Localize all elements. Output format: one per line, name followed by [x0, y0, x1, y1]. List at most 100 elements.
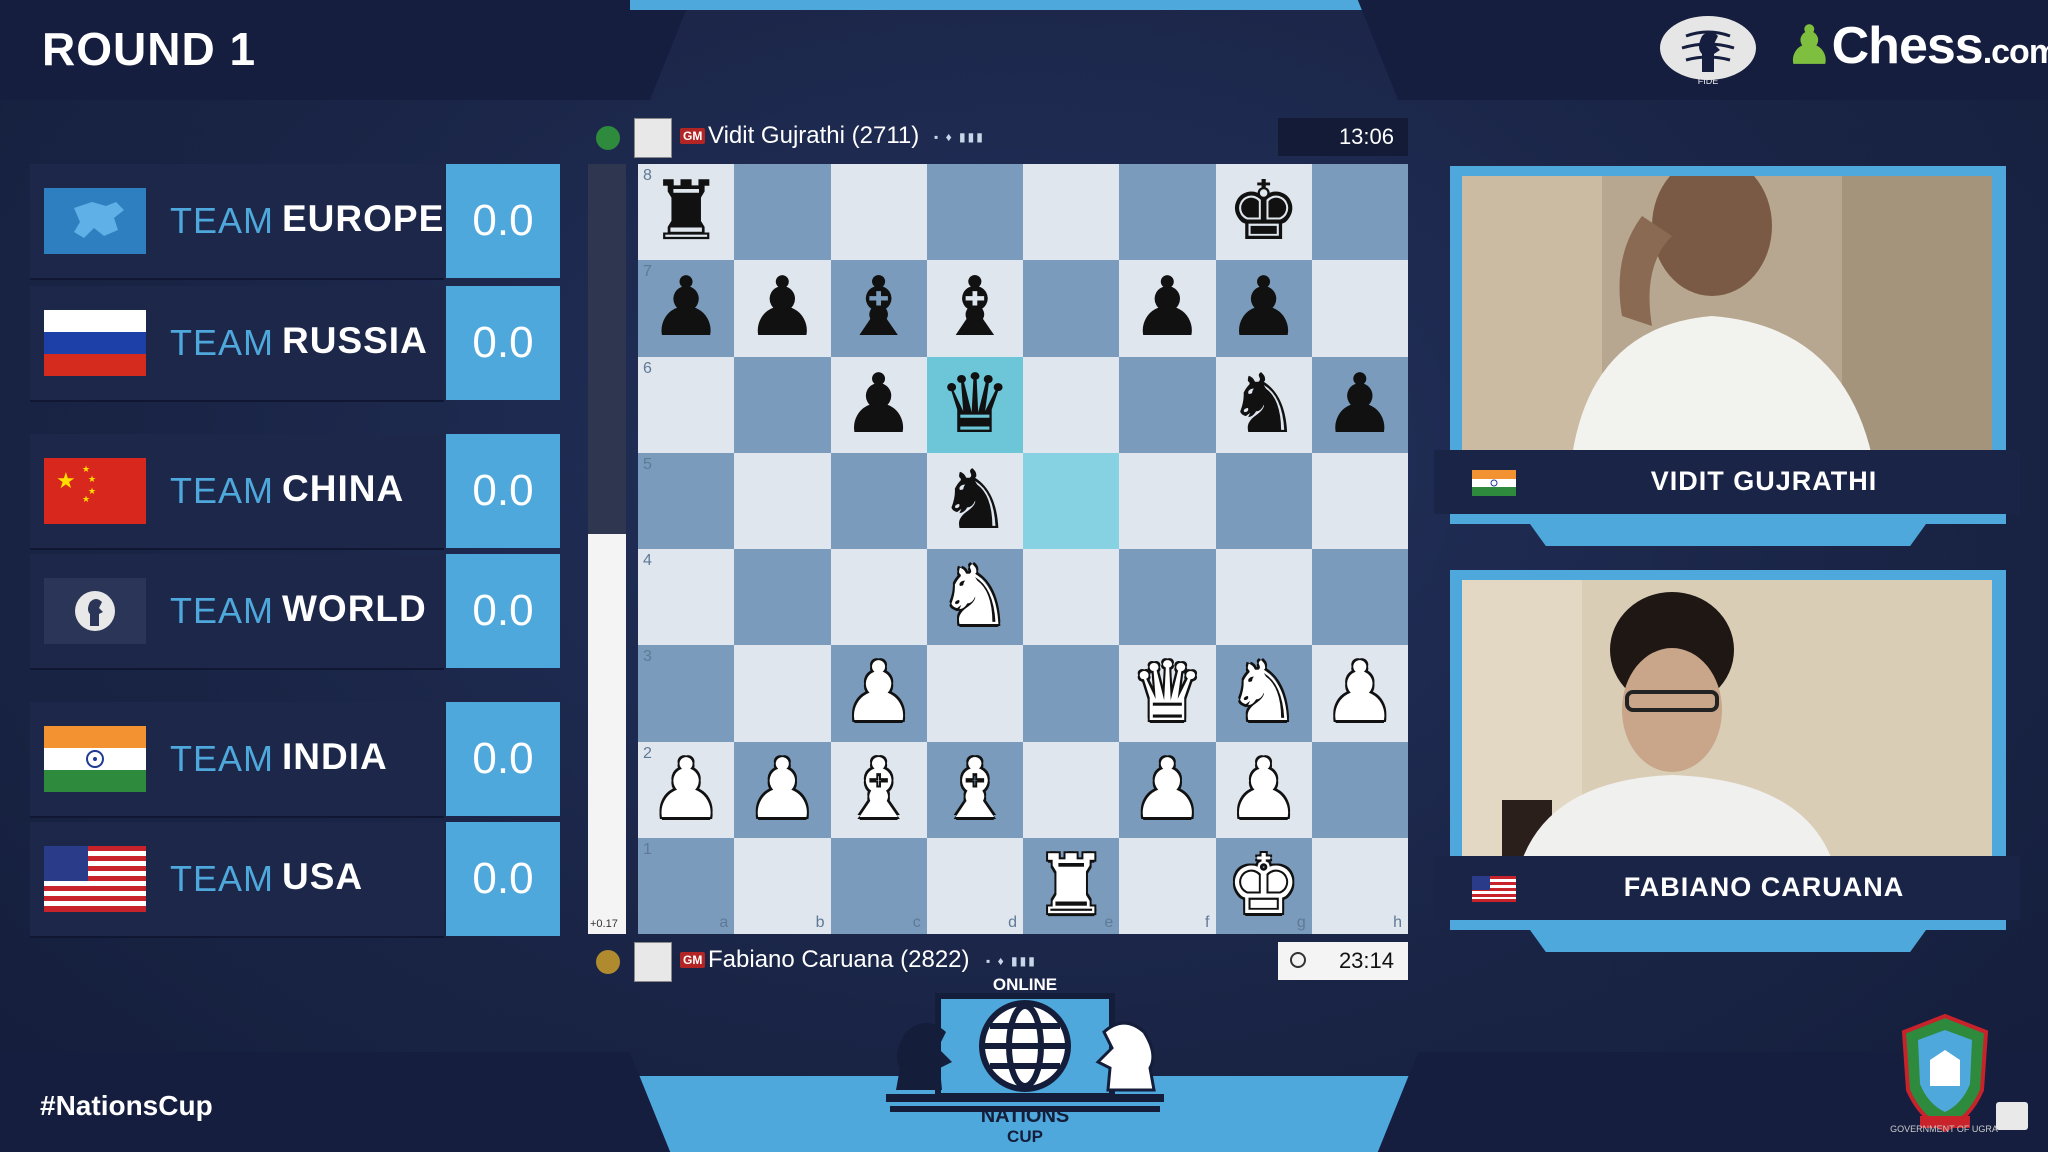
square-e3[interactable]: [1023, 645, 1120, 742]
team-badge-icon: [596, 950, 620, 974]
square-e1[interactable]: e ♜: [1023, 837, 1120, 934]
square-f4[interactable]: [1119, 549, 1216, 646]
square-g6[interactable]: ♞: [1215, 356, 1312, 453]
white-pawn-icon[interactable]: ♟: [1312, 645, 1408, 741]
square-d2[interactable]: ♝: [926, 741, 1023, 838]
white-pawn-icon[interactable]: ♟: [734, 742, 830, 838]
world-fide-flag-icon: [44, 578, 146, 644]
square-a7[interactable]: 7 ♟: [638, 260, 735, 357]
usa-flag-icon: [44, 846, 146, 912]
square-d6[interactable]: ♛: [926, 356, 1023, 453]
square-h3[interactable]: ♟: [1311, 645, 1408, 742]
black-pawn-icon[interactable]: ♟: [734, 260, 830, 356]
square-b6[interactable]: [734, 356, 831, 453]
white-king-icon[interactable]: ♚: [1216, 838, 1312, 934]
square-b1[interactable]: b: [734, 837, 831, 934]
chess-board[interactable]: 8 ♜ ♚ 7 ♟ ♟ ♝ ♝ ♟ ♟ 6 ♟ ♛ ♞ ♟ 5 ♞ 4 ♞ 3 ♟ ♛ ♞ ♟ 2 ♟ ♟ ♝ ♝ ♟ ♟ 1 a b c d e ♜ f g…: [638, 164, 1408, 934]
square-g2[interactable]: ♟: [1215, 741, 1312, 838]
square-h2[interactable]: [1311, 741, 1408, 838]
square-f1[interactable]: f: [1119, 837, 1216, 934]
pawn-icon: ♟: [1786, 17, 1833, 75]
white-pawn-icon[interactable]: ♟: [1216, 742, 1312, 838]
black-pawn-icon[interactable]: ♟: [831, 357, 927, 453]
square-g8[interactable]: ♚: [1215, 164, 1312, 261]
square-d4[interactable]: ♞: [926, 549, 1023, 646]
white-knight-icon[interactable]: ♞: [1216, 645, 1312, 741]
white-knight-icon[interactable]: ♞: [927, 549, 1023, 645]
square-e5[interactable]: [1023, 452, 1120, 549]
square-h5[interactable]: [1311, 452, 1408, 549]
square-b5[interactable]: [734, 452, 831, 549]
black-pawn-icon[interactable]: ♟: [1216, 260, 1312, 356]
government-label: GOVERNMENT OF UGRA: [1890, 1124, 1998, 1134]
square-g4[interactable]: [1215, 549, 1312, 646]
square-d7[interactable]: ♝: [926, 260, 1023, 357]
black-bishop-icon[interactable]: ♝: [927, 260, 1023, 356]
square-f2[interactable]: ♟: [1119, 741, 1216, 838]
svg-text:NATIONS: NATIONS: [981, 1105, 1070, 1127]
square-c1[interactable]: c: [830, 837, 927, 934]
white-rook-icon[interactable]: ♜: [1023, 838, 1119, 934]
black-rook-icon[interactable]: ♜: [638, 164, 734, 260]
square-c2[interactable]: ♝: [830, 741, 927, 838]
player-name-bottom: Fabiano Caruana (2822): [708, 946, 970, 973]
square-f7[interactable]: ♟: [1119, 260, 1216, 357]
square-f5[interactable]: [1119, 452, 1216, 549]
square-h1[interactable]: h: [1311, 837, 1408, 934]
black-knight-icon[interactable]: ♞: [1216, 357, 1312, 453]
square-b3[interactable]: [734, 645, 831, 742]
square-c5[interactable]: [830, 452, 927, 549]
square-a8[interactable]: 8 ♜: [638, 164, 735, 261]
avatar: [634, 118, 672, 158]
square-b2[interactable]: ♟: [734, 741, 831, 838]
square-a2[interactable]: 2 ♟: [638, 741, 735, 838]
square-g7[interactable]: ♟: [1215, 260, 1312, 357]
black-queen-icon[interactable]: ♛: [927, 357, 1023, 453]
black-bishop-icon[interactable]: ♝: [831, 260, 927, 356]
square-a6[interactable]: 6: [638, 356, 735, 453]
square-h8[interactable]: [1311, 164, 1408, 261]
square-c8[interactable]: [830, 164, 927, 261]
black-king-icon[interactable]: ♚: [1216, 164, 1312, 260]
camera-panel-fabiano: [1450, 570, 2006, 860]
square-e2[interactable]: [1023, 741, 1120, 838]
white-bishop-icon[interactable]: ♝: [831, 742, 927, 838]
square-d1[interactable]: d: [926, 837, 1023, 934]
black-pawn-icon[interactable]: ♟: [1119, 260, 1215, 356]
square-h7[interactable]: [1311, 260, 1408, 357]
white-bishop-icon[interactable]: ♝: [927, 742, 1023, 838]
square-e6[interactable]: [1023, 356, 1120, 453]
square-a3[interactable]: 3: [638, 645, 735, 742]
square-d5[interactable]: ♞: [926, 452, 1023, 549]
square-f6[interactable]: [1119, 356, 1216, 453]
square-a5[interactable]: 5: [638, 452, 735, 549]
square-a1[interactable]: 1a: [638, 837, 735, 934]
square-b7[interactable]: ♟: [734, 260, 831, 357]
square-d3[interactable]: [926, 645, 1023, 742]
square-g5[interactable]: [1215, 452, 1312, 549]
square-e7[interactable]: [1023, 260, 1120, 357]
black-knight-icon[interactable]: ♞: [927, 453, 1023, 549]
square-f3[interactable]: ♛: [1119, 645, 1216, 742]
square-c3[interactable]: ♟: [830, 645, 927, 742]
white-pawn-icon[interactable]: ♟: [1119, 742, 1215, 838]
square-h6[interactable]: ♟: [1311, 356, 1408, 453]
square-c4[interactable]: [830, 549, 927, 646]
square-d8[interactable]: [926, 164, 1023, 261]
white-queen-icon[interactable]: ♛: [1119, 645, 1215, 741]
white-pawn-icon[interactable]: ♟: [638, 742, 734, 838]
square-a4[interactable]: 4: [638, 549, 735, 646]
square-h4[interactable]: [1311, 549, 1408, 646]
square-g1[interactable]: g ♚: [1215, 837, 1312, 934]
square-g3[interactable]: ♞: [1215, 645, 1312, 742]
black-pawn-icon[interactable]: ♟: [638, 260, 734, 356]
square-b4[interactable]: [734, 549, 831, 646]
square-e8[interactable]: [1023, 164, 1120, 261]
square-b8[interactable]: [734, 164, 831, 261]
square-c6[interactable]: ♟: [830, 356, 927, 453]
square-f8[interactable]: [1119, 164, 1216, 261]
black-pawn-icon[interactable]: ♟: [1312, 357, 1408, 453]
white-pawn-icon[interactable]: ♟: [831, 645, 927, 741]
square-c7[interactable]: ♝: [830, 260, 927, 357]
square-e4[interactable]: [1023, 549, 1120, 646]
